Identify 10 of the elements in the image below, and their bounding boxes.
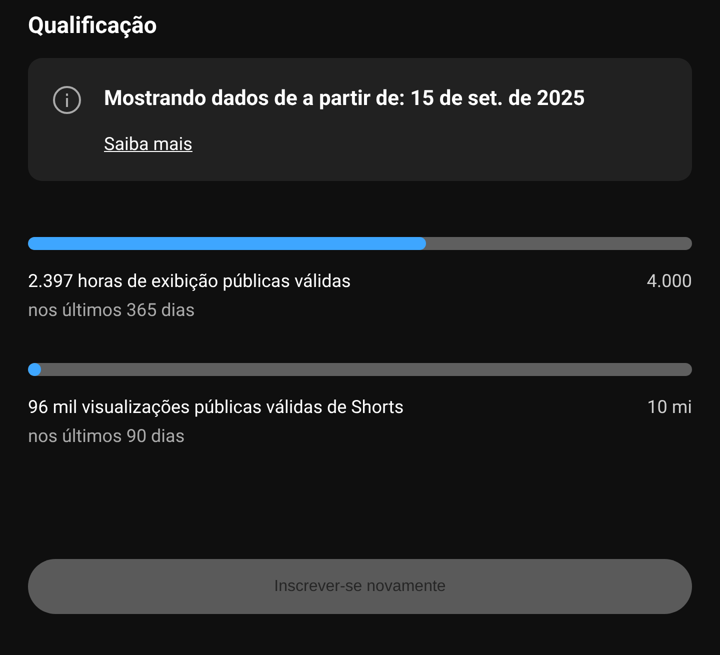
notice-text: Mostrando dados de a partir de: 15 de set. de 2025	[104, 86, 585, 112]
requirement-period: nos últimos 90 dias	[28, 425, 185, 449]
learn-more-link[interactable]: Saiba mais	[104, 134, 192, 155]
requirement-target: 4.000	[646, 270, 692, 294]
info-icon	[52, 85, 82, 115]
requirement-period: nos últimos 365 dias	[28, 299, 195, 323]
section-title: Qualificação	[28, 11, 157, 41]
requirement-label: 96 mil visualizações públicas válidas de Shorts	[28, 396, 404, 420]
requirement-label: 2.397 horas de exibição públicas válidas	[28, 270, 351, 294]
requirement-target: 10 mi	[647, 396, 692, 420]
